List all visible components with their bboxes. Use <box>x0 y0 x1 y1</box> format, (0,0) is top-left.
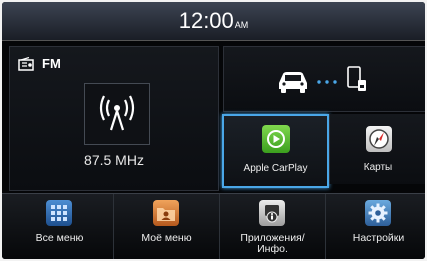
clock-time: 12:00 <box>178 8 234 33</box>
dock-apps-info[interactable]: Приложения/ Инфо. <box>219 194 325 259</box>
carplay-icon <box>262 125 290 153</box>
head-unit-screen: 12:00AM FM 87.5 MHz Apple CarPlay Карты … <box>2 2 425 259</box>
folder-user-icon <box>153 200 179 226</box>
bottom-dock: Все меню Моё меню Приложения/ Инфо. Наст… <box>2 193 425 259</box>
gear-icon <box>365 200 391 226</box>
dock-my-menu[interactable]: Моё меню <box>113 194 219 259</box>
radio-widget[interactable]: FM 87.5 MHz <box>9 46 219 191</box>
radio-frequency: 87.5 MHz <box>84 152 144 168</box>
status-bar: 12:00AM <box>2 2 425 41</box>
compass-icon <box>366 126 392 152</box>
clock: 12:00AM <box>2 8 425 34</box>
maps-label: Карты <box>363 162 393 173</box>
apps-info-icon <box>259 200 285 226</box>
apple-carplay-button[interactable]: Apple CarPlay <box>222 114 329 188</box>
clock-ampm: AM <box>234 20 249 30</box>
dock-settings[interactable]: Настройки <box>325 194 425 259</box>
grid-icon <box>46 200 72 226</box>
dock-settings-label: Настройки <box>352 232 405 244</box>
broadcast-antenna-icon <box>99 95 135 131</box>
carplay-label: Apple CarPlay <box>243 163 308 174</box>
radio-station-tile[interactable] <box>84 83 150 145</box>
dock-all-menus-label: Все меню <box>35 232 84 244</box>
car-icon <box>279 72 307 93</box>
dock-all-menus[interactable]: Все меню <box>7 194 112 259</box>
maps-button[interactable]: Карты <box>329 114 425 184</box>
dock-my-menu-label: Моё меню <box>141 232 192 244</box>
phone-usb-icon <box>347 66 366 91</box>
radio-band-label: FM <box>42 56 61 71</box>
dock-apps-info-label: Приложения/ Инфо. <box>240 232 305 255</box>
radio-icon <box>18 57 34 71</box>
connection-dots-icon <box>317 80 337 84</box>
device-connection-widget[interactable] <box>223 46 425 112</box>
